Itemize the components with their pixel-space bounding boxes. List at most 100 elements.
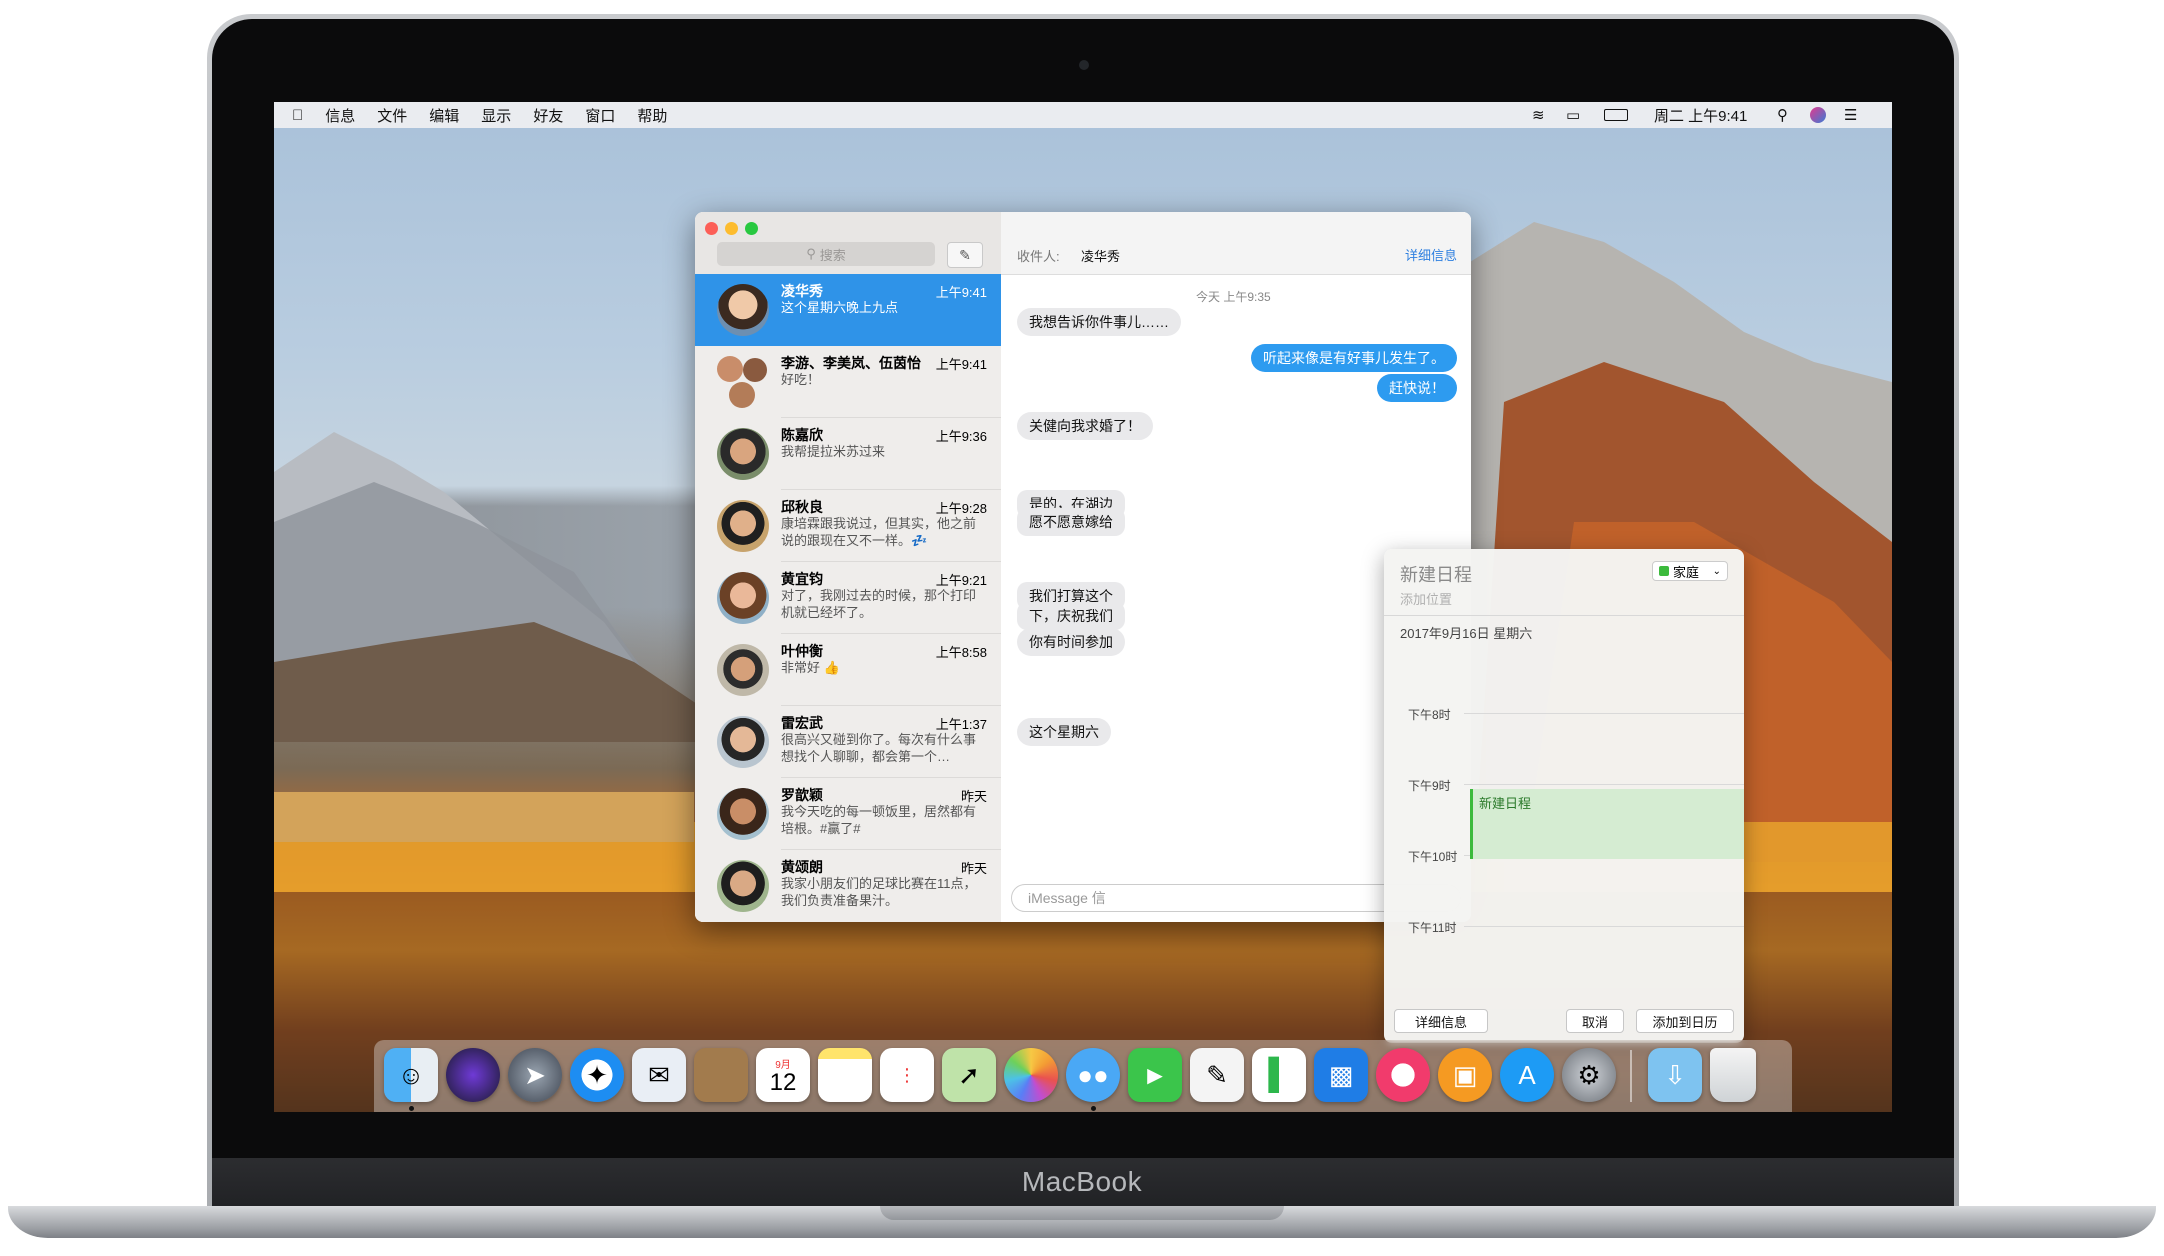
airplay-icon[interactable]: ▭ (1566, 102, 1580, 128)
conversation-preview: 很高兴又碰到你了。每次有什么事想找个人聊聊，都会第一个… (781, 732, 977, 764)
conversation-name: 黄颂朗 (781, 859, 823, 875)
conversation-item[interactable]: 邱秋良 上午9:28 康培霖跟我说过，但其实，他之前说的跟现在又不一样。💤 (695, 490, 1001, 562)
siri-icon[interactable] (1810, 102, 1826, 128)
siri-icon[interactable] (446, 1048, 500, 1102)
mail-icon[interactable]: ✉ (632, 1048, 686, 1102)
numbers-icon[interactable]: ▌ (1252, 1048, 1306, 1102)
menu-edit[interactable]: 编辑 (429, 105, 459, 126)
conversation-name: 凌华秀 (781, 283, 823, 299)
conversation-item[interactable]: 罗歆颖 昨天 我今天吃的每一顿饭里，居然都有培根。#赢了# (695, 778, 1001, 850)
event-date: 2017年9月16日 星期六 (1400, 626, 1533, 641)
details-link[interactable]: 详细信息 (1405, 245, 1457, 264)
calendar-select[interactable]: 家庭 ⌄ (1652, 561, 1728, 581)
event-title-input[interactable]: 新建日程 (1400, 561, 1472, 587)
menu-help[interactable]: 帮助 (637, 105, 667, 126)
camera (1079, 60, 1089, 70)
wifi-icon[interactable]: ≋ (1532, 102, 1545, 128)
app-store-icon[interactable]: A (1500, 1048, 1554, 1102)
notes-icon[interactable] (818, 1048, 872, 1102)
sidebar-header: ⚲ 搜索 ✎ (695, 212, 1001, 274)
itunes-icon[interactable]: ♫ (1376, 1048, 1430, 1102)
conversation-preview: 对了，我刚过去的时候，那个打印机就已经坏了。 (781, 588, 977, 620)
messages-icon[interactable]: ●● (1066, 1048, 1120, 1102)
desktop-screen:  信息 文件 编辑 显示 好友 窗口 帮助 ≋ ▭ 周二 上午9:41 ⚲ ☰… (274, 102, 1892, 1112)
menu-bar:  信息 文件 编辑 显示 好友 窗口 帮助 ≋ ▭ 周二 上午9:41 ⚲ ☰ (274, 102, 1892, 128)
reminders-icon[interactable]: ⋮ (880, 1048, 934, 1102)
message-bubble[interactable]: 听起来像是有好事儿发生了。 (1251, 344, 1457, 372)
calendar-icon[interactable]: 9月 12 (756, 1048, 810, 1102)
downloads-folder-icon[interactable]: ⇩ (1648, 1048, 1702, 1102)
event-block-label: 新建日程 (1479, 796, 1532, 811)
conversation-preview: 我家小朋友们的足球比赛在11点，我们负责准备果汁。 (781, 876, 977, 908)
hour-label: 下午11时 (1408, 921, 1457, 935)
conversation-item[interactable]: 陈嘉欣 上午9:36 我帮提拉米苏过来 (695, 418, 1001, 490)
conversation-item[interactable]: 李游、李美岚、伍茵怡 上午9:41 好吃！ (695, 346, 1001, 418)
system-preferences-icon[interactable]: ⚙ (1562, 1048, 1616, 1102)
conversation-preview: 康培霖跟我说过，但其实，他之前说的跟现在又不一样。💤 (781, 516, 977, 548)
launchpad-icon[interactable]: ➤ (508, 1048, 562, 1102)
conversation-name: 雷宏武 (781, 715, 823, 731)
message-bubble[interactable]: 下，庆祝我们 (1017, 602, 1125, 630)
finder-icon[interactable]: ☺ (384, 1048, 438, 1102)
trash-icon[interactable] (1710, 1048, 1756, 1102)
hour-label: 下午8时 (1408, 708, 1451, 722)
conversation-header: 收件人: 凌华秀 详细信息 (1001, 212, 1471, 275)
event-location-input[interactable]: 添加位置 (1400, 589, 1452, 608)
menu-window[interactable]: 窗口 (585, 105, 615, 126)
zoom-button[interactable] (745, 222, 758, 235)
close-button[interactable] (705, 222, 718, 235)
chevron-down-icon: ⌄ (1712, 565, 1721, 577)
facetime-icon[interactable]: ► (1128, 1048, 1182, 1102)
message-bubble[interactable]: 你有时间参加 (1017, 628, 1125, 656)
message-bubble[interactable]: 关健向我求婚了！ (1017, 412, 1153, 440)
minimize-button[interactable] (725, 222, 738, 235)
notification-center-icon[interactable]: ☰ (1844, 102, 1857, 128)
conversation-item[interactable]: 叶仲衡 上午8:58 非常好 👍 (695, 634, 1001, 706)
search-input[interactable]: ⚲ 搜索 (717, 242, 935, 266)
safari-icon[interactable]: ✦ (570, 1048, 624, 1102)
conversation-item[interactable]: 黄颂朗 昨天 我家小朋友们的足球比赛在11点，我们负责准备果汁。 (695, 850, 1001, 922)
add-to-calendar-button[interactable]: 添加到日历 (1636, 1009, 1734, 1033)
cancel-button[interactable]: 取消 (1566, 1009, 1624, 1033)
menu-file[interactable]: 文件 (377, 105, 407, 126)
apple-icon[interactable]:  (292, 107, 303, 124)
conversation-item[interactable]: 雷宏武 上午1:37 很高兴又碰到你了。每次有什么事想找个人聊聊，都会第一个… (695, 706, 1001, 778)
maps-icon[interactable]: ➚ (942, 1048, 996, 1102)
message-bubble[interactable]: 我想告诉你件事儿…… (1017, 308, 1181, 336)
event-block[interactable]: 新建日程 (1470, 789, 1744, 859)
thread-timestamp: 今天 上午9:35 (1196, 290, 1271, 304)
spotlight-icon[interactable]: ⚲ (1777, 102, 1788, 128)
recipient-name[interactable]: 凌华秀 (1081, 246, 1120, 265)
event-details-button[interactable]: 详细信息 (1394, 1009, 1488, 1033)
ibooks-icon[interactable]: ▣ (1438, 1048, 1492, 1102)
conversation-item[interactable]: 黄宜钧 上午9:21 对了，我刚过去的时候，那个打印机就已经坏了。 (695, 562, 1001, 634)
message-bubble[interactable]: 愿不愿意嫁给 (1017, 508, 1125, 536)
calendar-day: 12 (769, 1068, 797, 1096)
avatar (717, 428, 769, 480)
conversation-item[interactable]: 凌华秀 上午9:41 这个星期六晚上九点 (695, 274, 1001, 346)
battery-icon[interactable] (1604, 102, 1628, 128)
conversation-preview: 这个星期六晚上九点 (781, 300, 899, 315)
keynote-icon[interactable]: ▩ (1314, 1048, 1368, 1102)
dock-separator (1630, 1050, 1632, 1102)
conversation-name: 李游、李美岚、伍茵怡 (781, 355, 921, 371)
menu-buddies[interactable]: 好友 (533, 105, 563, 126)
search-icon: ⚲ (806, 246, 816, 261)
laptop-notch (880, 1206, 1284, 1220)
conversation-preview: 非常好 👍 (781, 660, 840, 675)
menubar-clock[interactable]: 周二 上午9:41 (1654, 102, 1747, 128)
menu-messages[interactable]: 信息 (325, 105, 355, 126)
hour-label: 下午10时 (1408, 850, 1458, 864)
photos-icon[interactable] (1004, 1048, 1058, 1102)
messages-window: ⚲ 搜索 ✎ 凌华秀 上午9:41 这个星期六晚上九点 李游、李美岚、伍茵怡 上… (695, 212, 1471, 922)
input-placeholder: iMessage 信 (1028, 890, 1106, 906)
contacts-icon[interactable] (694, 1048, 748, 1102)
photo-booth-icon[interactable]: ✎ (1190, 1048, 1244, 1102)
group-avatar (717, 356, 769, 408)
dock: ☺ ➤ ✦ ✉ 9月 12 ⋮ ➚ ●● ► ✎ ▌ ▩ ♫ ▣ A ⚙ ⇩ (374, 1040, 1792, 1112)
message-bubble[interactable]: 赶快说！ (1377, 374, 1457, 402)
message-bubble[interactable]: 这个星期六 (1017, 718, 1111, 746)
menu-view[interactable]: 显示 (481, 105, 511, 126)
compose-button[interactable]: ✎ (947, 242, 983, 268)
conversation-name: 陈嘉欣 (781, 427, 823, 443)
